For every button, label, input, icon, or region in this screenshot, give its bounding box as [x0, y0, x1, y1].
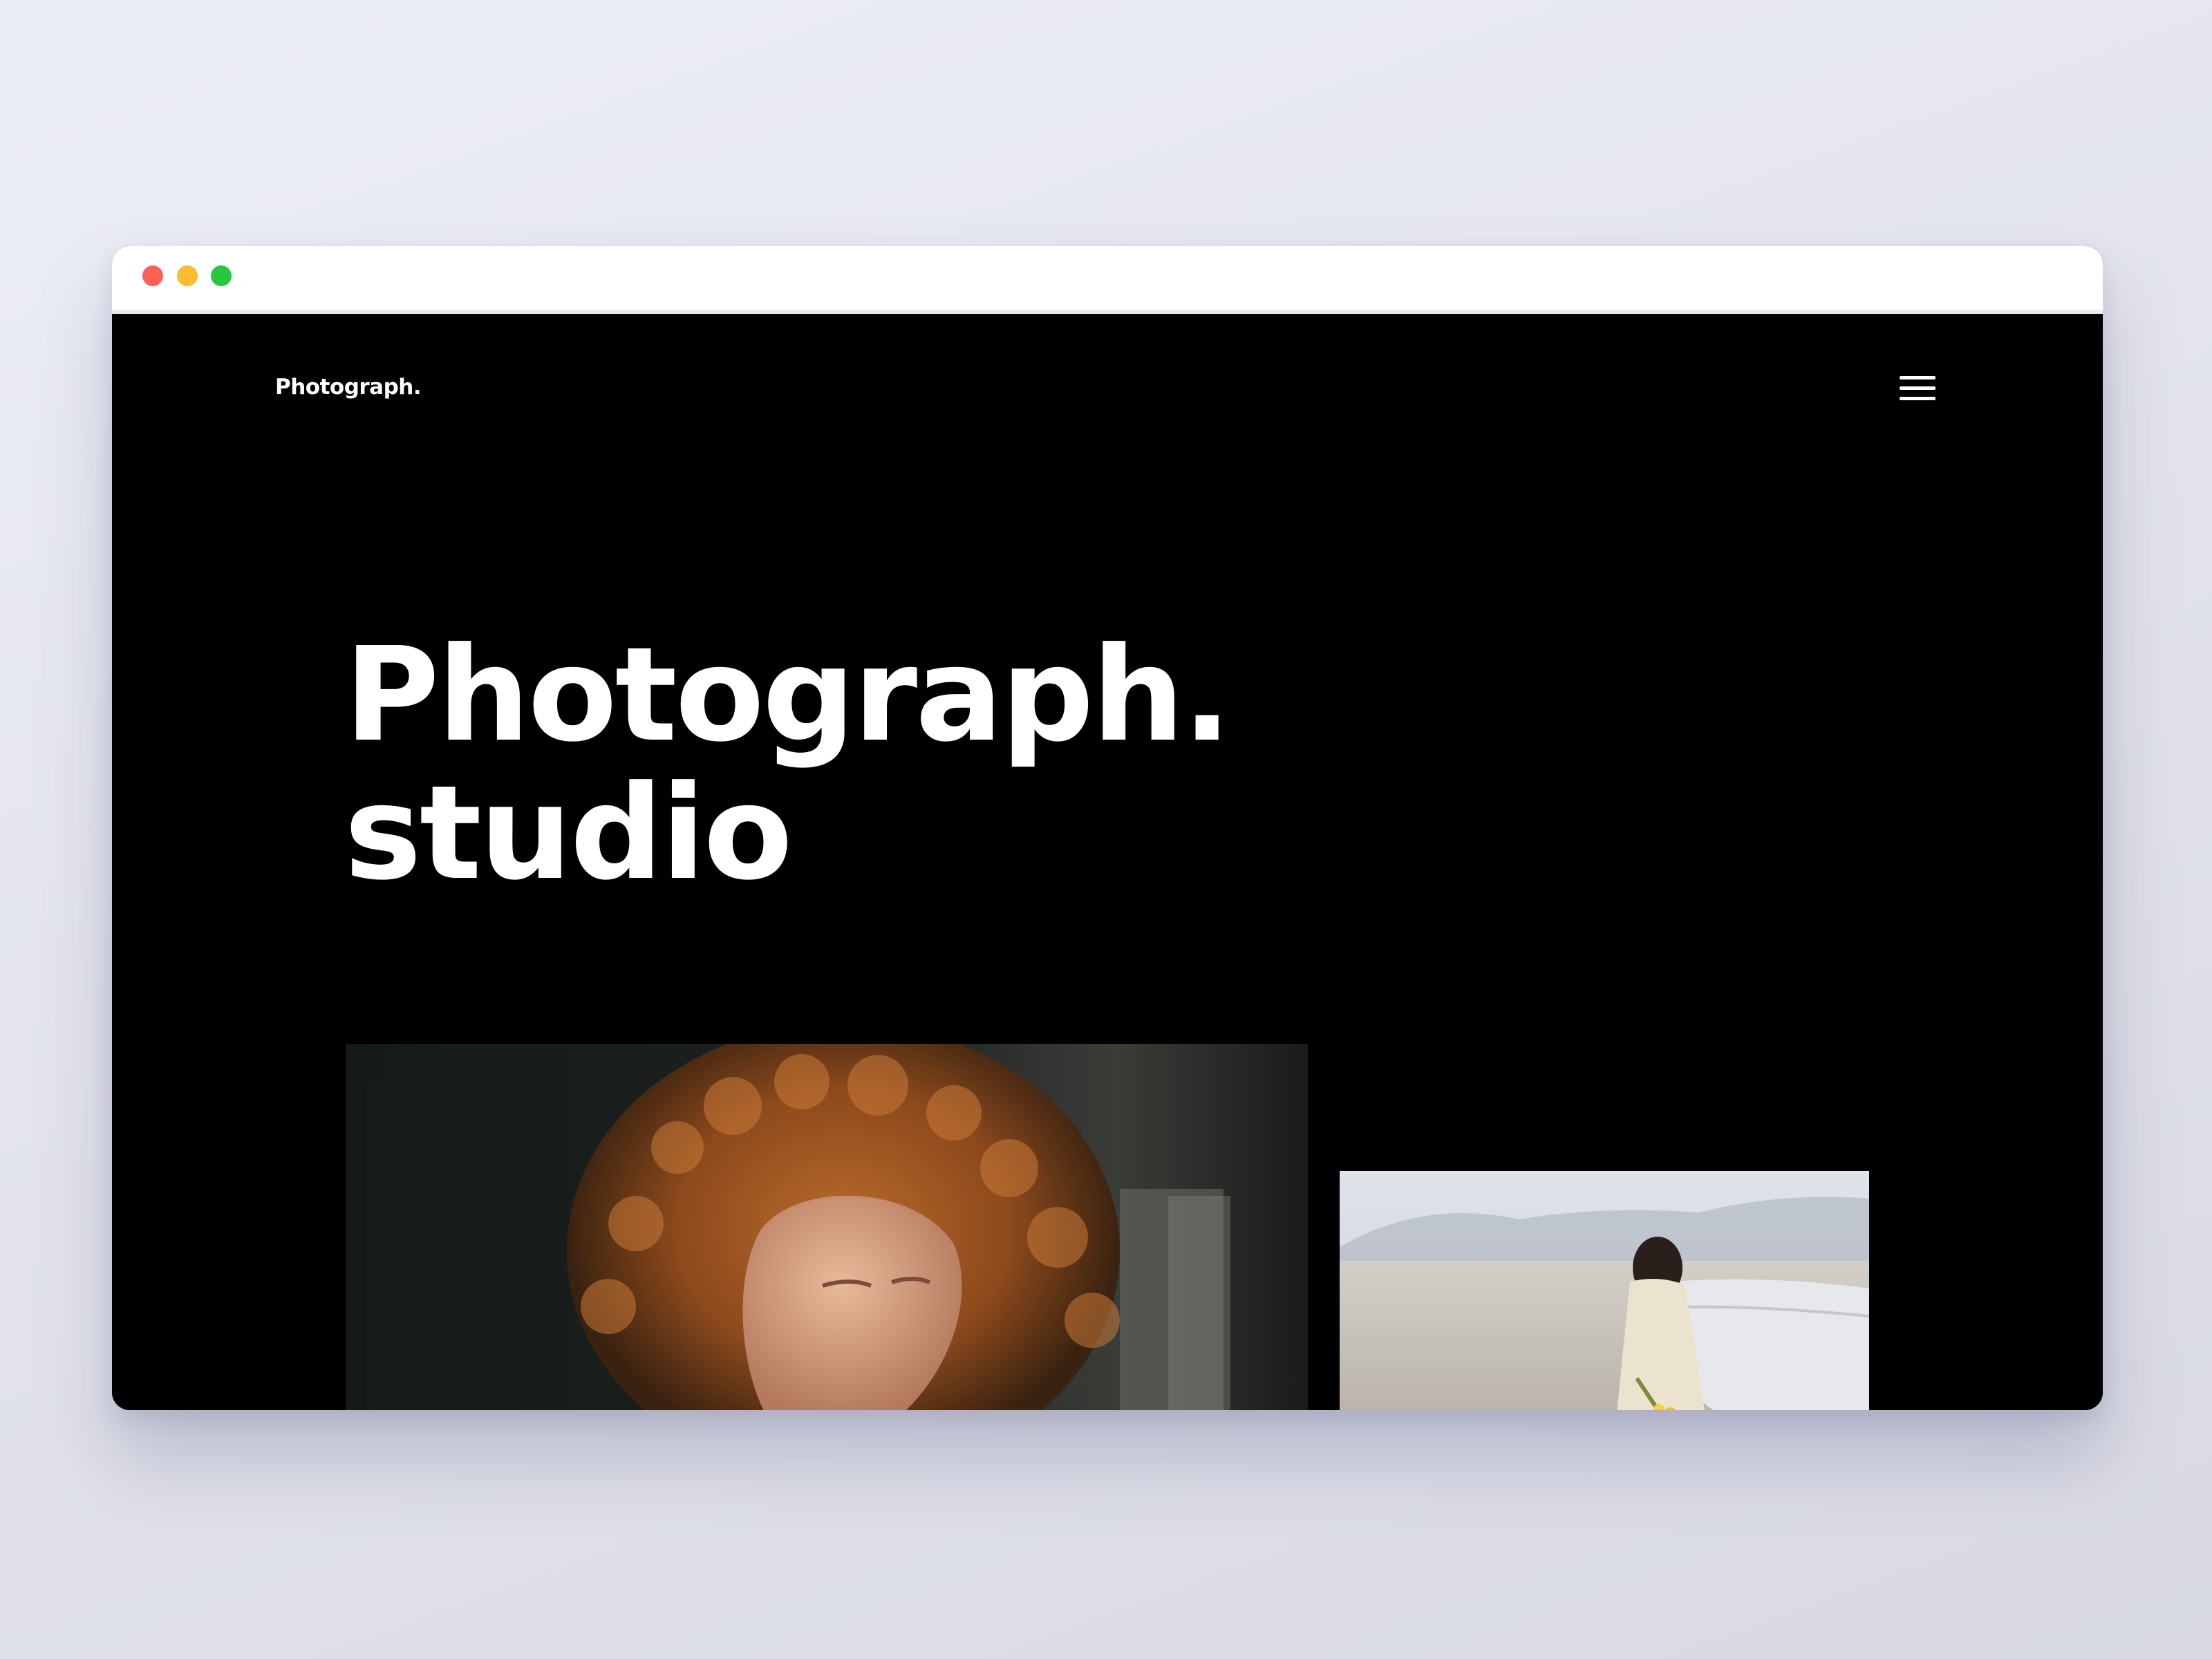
gallery-photo-portrait[interactable]: [346, 1044, 1308, 1410]
hero-title: Photograph. studio: [344, 619, 1232, 909]
hamburger-menu-icon[interactable]: [1900, 375, 1936, 402]
beach-image: [1340, 1171, 1869, 1410]
browser-window: Photograph. Photograph. studio: [112, 246, 2103, 1410]
minimize-window-button[interactable]: [177, 265, 198, 286]
hero-title-line-2: studio: [344, 758, 793, 909]
web-page: Photograph. Photograph. studio: [112, 314, 2103, 1410]
maximize-window-button[interactable]: [211, 265, 232, 286]
browser-toolbar: [112, 246, 2103, 314]
gallery-photo-beach[interactable]: [1340, 1171, 1869, 1410]
hero-title-line-1: Photograph.: [344, 619, 1232, 771]
menu-bar: [1900, 397, 1936, 400]
menu-bar: [1900, 376, 1936, 379]
portrait-image: [346, 1044, 1308, 1410]
close-window-button[interactable]: [142, 265, 163, 286]
menu-bar: [1900, 386, 1936, 390]
site-logo[interactable]: Photograph.: [275, 375, 422, 400]
